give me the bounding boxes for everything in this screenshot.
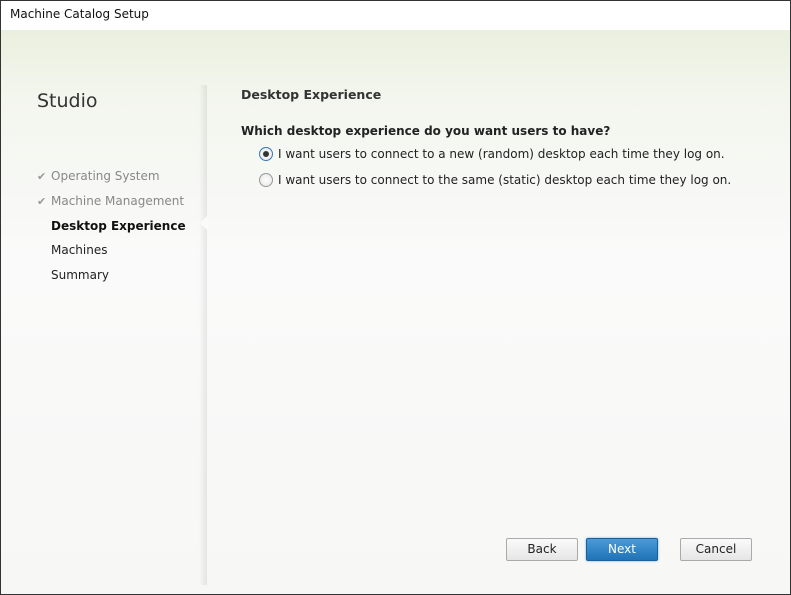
radio-button[interactable] bbox=[259, 173, 273, 187]
cancel-button[interactable]: Cancel bbox=[680, 538, 752, 561]
step-label: Machine Management bbox=[51, 194, 185, 209]
step-label: Summary bbox=[51, 268, 109, 283]
step-machines: Machines bbox=[37, 238, 186, 263]
step-machine-management[interactable]: ✔ Machine Management bbox=[37, 189, 186, 214]
option-static-desktop[interactable]: I want users to connect to the same (sta… bbox=[259, 173, 731, 187]
machine-catalog-setup-window: Machine Catalog Setup Studio ✔ Operating … bbox=[0, 0, 791, 595]
wizard-body: Studio ✔ Operating System ✔ Machine Manage… bbox=[1, 30, 790, 594]
back-button[interactable]: Back bbox=[506, 538, 578, 561]
sidebar: Studio ✔ Operating System ✔ Machine Manage… bbox=[1, 30, 204, 594]
option-random-desktop[interactable]: I want users to connect to a new (random… bbox=[259, 147, 725, 161]
step-list: ✔ Operating System ✔ Machine Management De… bbox=[37, 164, 186, 287]
current-step-pointer-icon bbox=[200, 216, 207, 230]
step-summary: Summary bbox=[37, 263, 186, 288]
brand-title: Studio bbox=[37, 90, 98, 112]
step-label: Desktop Experience bbox=[51, 218, 186, 233]
checkmark-icon: ✔ bbox=[37, 194, 47, 208]
option-label: I want users to connect to the same (sta… bbox=[278, 173, 732, 187]
question-label: Which desktop experience do you want use… bbox=[241, 124, 611, 138]
window-title: Machine Catalog Setup bbox=[10, 7, 149, 21]
next-button[interactable]: Next bbox=[586, 538, 658, 561]
step-label: Machines bbox=[51, 243, 108, 258]
title-bar: Machine Catalog Setup bbox=[1, 1, 790, 29]
step-label: Operating System bbox=[51, 169, 160, 184]
sidebar-divider bbox=[199, 85, 207, 585]
step-desktop-experience: Desktop Experience bbox=[37, 213, 186, 238]
radio-button-selected[interactable] bbox=[259, 147, 273, 161]
step-operating-system[interactable]: ✔ Operating System bbox=[37, 164, 186, 189]
page-heading: Desktop Experience bbox=[241, 87, 382, 102]
option-label: I want users to connect to a new (random… bbox=[278, 147, 725, 161]
checkmark-icon: ✔ bbox=[37, 169, 47, 183]
